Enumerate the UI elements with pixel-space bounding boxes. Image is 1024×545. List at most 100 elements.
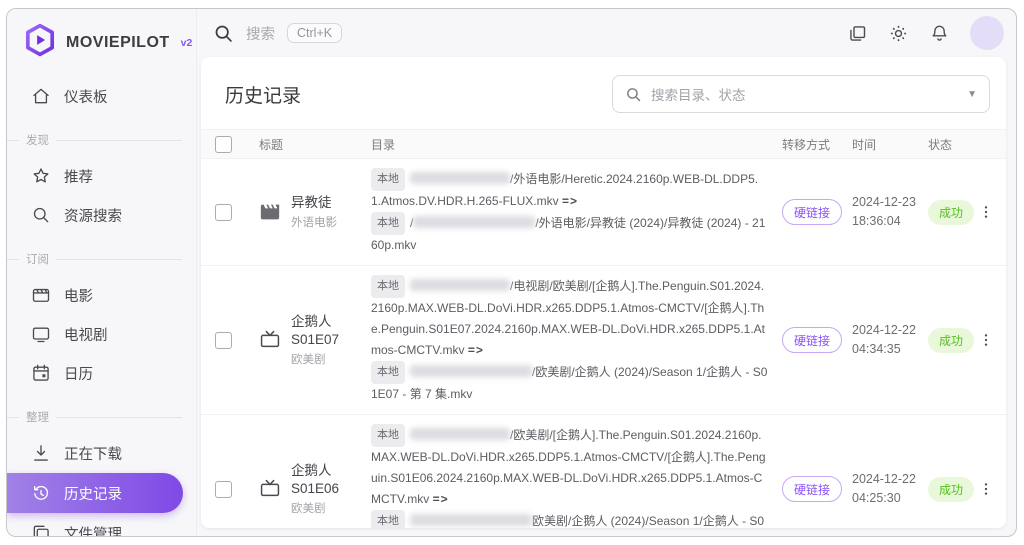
history-card: 历史记录 搜索目录、状态 ▼ 标题 目录 转移方式 时间 状态: [201, 57, 1006, 528]
redacted-path: [410, 428, 510, 440]
directory-cell: 本地/外语电影/Heretic.2024.2160p.WEB-DL.DDP5.1…: [371, 168, 782, 256]
shortcut-badge: Ctrl+K: [287, 23, 342, 43]
card-header: 历史记录 搜索目录、状态 ▼: [201, 57, 1006, 129]
sidebar-section-discover: 发现: [7, 132, 196, 148]
bell-icon[interactable]: [929, 23, 950, 44]
storage-badge: 本地: [371, 424, 405, 447]
directory-cell: 本地/欧美剧/[企鹅人].The.Penguin.S01.2024.2160p.…: [371, 424, 782, 528]
history-icon: [31, 483, 51, 503]
storage-badge: 本地: [371, 275, 405, 298]
kebab-menu-icon: [978, 332, 994, 348]
media-title: 企鹅人: [291, 313, 339, 331]
sidebar-item-dashboard[interactable]: 仪表板: [7, 77, 196, 115]
redacted-path: [410, 365, 532, 377]
pages-icon[interactable]: [847, 23, 868, 44]
title-cell: 异教徒 外语电影: [259, 194, 371, 230]
tv-icon: [259, 478, 281, 500]
main-area: 搜索 Ctrl+K 历史记录 搜索目录: [197, 9, 1016, 536]
row-menu-button[interactable]: [974, 204, 998, 220]
topbar-actions: [847, 16, 1004, 50]
sidebar-item-label: 仪表板: [64, 86, 108, 107]
sidebar-item-resource-search[interactable]: 资源搜索: [7, 196, 196, 234]
brand-logo[interactable]: MOVIEPILOT v2: [7, 9, 196, 72]
kebab-menu-icon: [978, 481, 994, 497]
sidebar-item-label: 电视剧: [64, 324, 108, 345]
tv-icon: [259, 329, 281, 351]
sidebar-section-organize: 整理: [7, 409, 196, 425]
select-all-checkbox[interactable]: [215, 136, 232, 153]
transfer-cell: 硬链接: [782, 476, 852, 502]
search-icon: [625, 86, 642, 103]
status-badge: 成功: [928, 200, 974, 225]
row-checkbox[interactable]: [215, 204, 232, 221]
title-cell: 企鹅人 S01E07 欧美剧: [259, 313, 371, 367]
filter-placeholder: 搜索目录、状态: [651, 84, 958, 104]
hardlink-badge: 硬链接: [782, 476, 842, 502]
files-icon: [31, 523, 51, 537]
sidebar-item-file-manager[interactable]: 文件管理: [7, 514, 196, 537]
table-row[interactable]: 企鹅人 S01E07 欧美剧 本地/电视剧/欧美剧/[企鹅人].The.Peng…: [201, 266, 1006, 415]
film-icon: [259, 201, 281, 223]
brand-name: MOVIEPILOT: [66, 34, 170, 52]
search-icon: [31, 205, 51, 225]
sidebar-item-downloading[interactable]: 正在下载: [7, 434, 196, 472]
home-icon: [31, 86, 51, 106]
sidebar-item-label: 推荐: [64, 166, 93, 187]
download-icon: [31, 443, 51, 463]
table-header: 标题 目录 转移方式 时间 状态: [201, 129, 1006, 159]
global-search[interactable]: 搜索 Ctrl+K: [213, 23, 342, 44]
media-category: 欧美剧: [291, 500, 339, 516]
user-avatar[interactable]: [970, 16, 1004, 50]
row-checkbox[interactable]: [215, 332, 232, 349]
status-cell: 成功: [928, 477, 974, 502]
media-category: 外语电影: [291, 214, 337, 230]
storage-badge: 本地: [371, 361, 405, 384]
sidebar-item-calendar[interactable]: 日历: [7, 354, 196, 392]
sidebar-item-movies[interactable]: 电影: [7, 276, 196, 314]
redacted-path: [413, 216, 535, 228]
status-cell: 成功: [928, 200, 974, 225]
sidebar-section-subscribe: 订阅: [7, 251, 196, 267]
redacted-path: [410, 172, 510, 184]
transfer-arrow: =>: [468, 343, 484, 357]
time-cell: 2024-12-2318:36:04: [852, 193, 928, 231]
hardlink-badge: 硬链接: [782, 199, 842, 225]
status-cell: 成功: [928, 328, 974, 353]
media-category: 欧美剧: [291, 351, 339, 367]
sidebar-item-history[interactable]: 历史记录: [7, 473, 183, 513]
row-menu-button[interactable]: [974, 332, 998, 348]
hardlink-badge: 硬链接: [782, 327, 842, 353]
tv-icon: [31, 324, 51, 344]
moviepilot-logo-icon: [23, 23, 57, 62]
header-status: 状态: [928, 136, 974, 153]
row-menu-button[interactable]: [974, 481, 998, 497]
sidebar-item-label: 日历: [64, 363, 93, 384]
sidebar-item-label: 历史记录: [64, 483, 122, 504]
sidebar-item-label: 正在下载: [64, 443, 122, 464]
storage-badge: 本地: [371, 510, 405, 528]
sidebar-item-label: 文件管理: [64, 523, 122, 538]
sidebar-nav: 仪表板 发现 推荐 资源搜索 订阅 电影 电视剧 日历: [7, 72, 196, 537]
table-row[interactable]: 异教徒 外语电影 本地/外语电影/Heretic.2024.2160p.WEB-…: [201, 159, 1006, 266]
calendar-icon: [31, 363, 51, 383]
filter-search[interactable]: 搜索目录、状态 ▼: [612, 75, 990, 113]
search-placeholder: 搜索: [246, 23, 275, 44]
transfer-arrow: =>: [562, 194, 578, 208]
transfer-arrow: =>: [433, 492, 449, 506]
sidebar-item-recommend[interactable]: 推荐: [7, 157, 196, 195]
header-transfer: 转移方式: [782, 136, 852, 153]
app-window: MOVIEPILOT v2 仪表板 发现 推荐 资源搜索 订阅 电影: [6, 8, 1017, 537]
brightness-icon[interactable]: [888, 23, 909, 44]
chevron-down-icon[interactable]: ▼: [967, 89, 977, 100]
storage-badge: 本地: [371, 168, 405, 191]
page-title: 历史记录: [225, 81, 301, 108]
table-row[interactable]: 企鹅人 S01E06 欧美剧 本地/欧美剧/[企鹅人].The.Penguin.…: [201, 415, 1006, 528]
status-badge: 成功: [928, 328, 974, 353]
row-checkbox[interactable]: [215, 481, 232, 498]
transfer-cell: 硬链接: [782, 199, 852, 225]
sidebar: MOVIEPILOT v2 仪表板 发现 推荐 资源搜索 订阅 电影: [7, 9, 197, 536]
header-title: 标题: [259, 136, 371, 153]
media-episode: S01E06: [291, 480, 339, 498]
header-time: 时间: [852, 136, 928, 153]
sidebar-item-tvshows[interactable]: 电视剧: [7, 315, 196, 353]
